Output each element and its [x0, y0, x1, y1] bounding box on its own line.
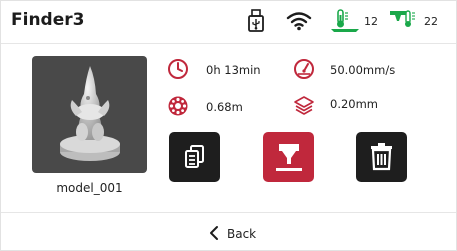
clock-icon	[167, 58, 189, 84]
model-file-name: model_001	[56, 181, 123, 195]
model-preview-image	[32, 56, 147, 173]
back-label: Back	[227, 227, 257, 241]
speedometer-icon	[293, 58, 315, 84]
chevron-left-icon	[207, 224, 221, 246]
trash-icon	[371, 143, 392, 171]
nozzle-temperature-value: 22	[424, 15, 438, 28]
nozzle-temperature-icon	[388, 9, 418, 37]
layers-icon	[293, 94, 315, 120]
usb-icon	[247, 9, 265, 37]
delete-file-button[interactable]	[356, 132, 407, 182]
print-icon	[276, 144, 302, 171]
filament-spool-icon	[167, 95, 189, 121]
bed-temperature-value: 12	[364, 15, 378, 28]
filament-length-value: 0.68m	[206, 100, 243, 114]
file-info-button[interactable]	[169, 132, 220, 182]
print-time-value: 0h 13min	[206, 63, 261, 77]
back-button[interactable]: Back	[1, 212, 456, 251]
start-print-button[interactable]	[263, 132, 314, 182]
page-title: Finder3	[11, 10, 85, 30]
print-file-detail-screen: Finder3 12 22 model_001 0h 13min 50.00mm…	[0, 0, 457, 251]
bed-temperature-icon	[328, 8, 362, 38]
layer-height-value: 0.20mm	[330, 97, 379, 111]
files-icon	[185, 145, 204, 168]
wifi-icon	[286, 11, 312, 35]
print-speed-value: 50.00mm/s	[330, 63, 396, 77]
status-bar: Finder3 12 22	[1, 1, 456, 44]
